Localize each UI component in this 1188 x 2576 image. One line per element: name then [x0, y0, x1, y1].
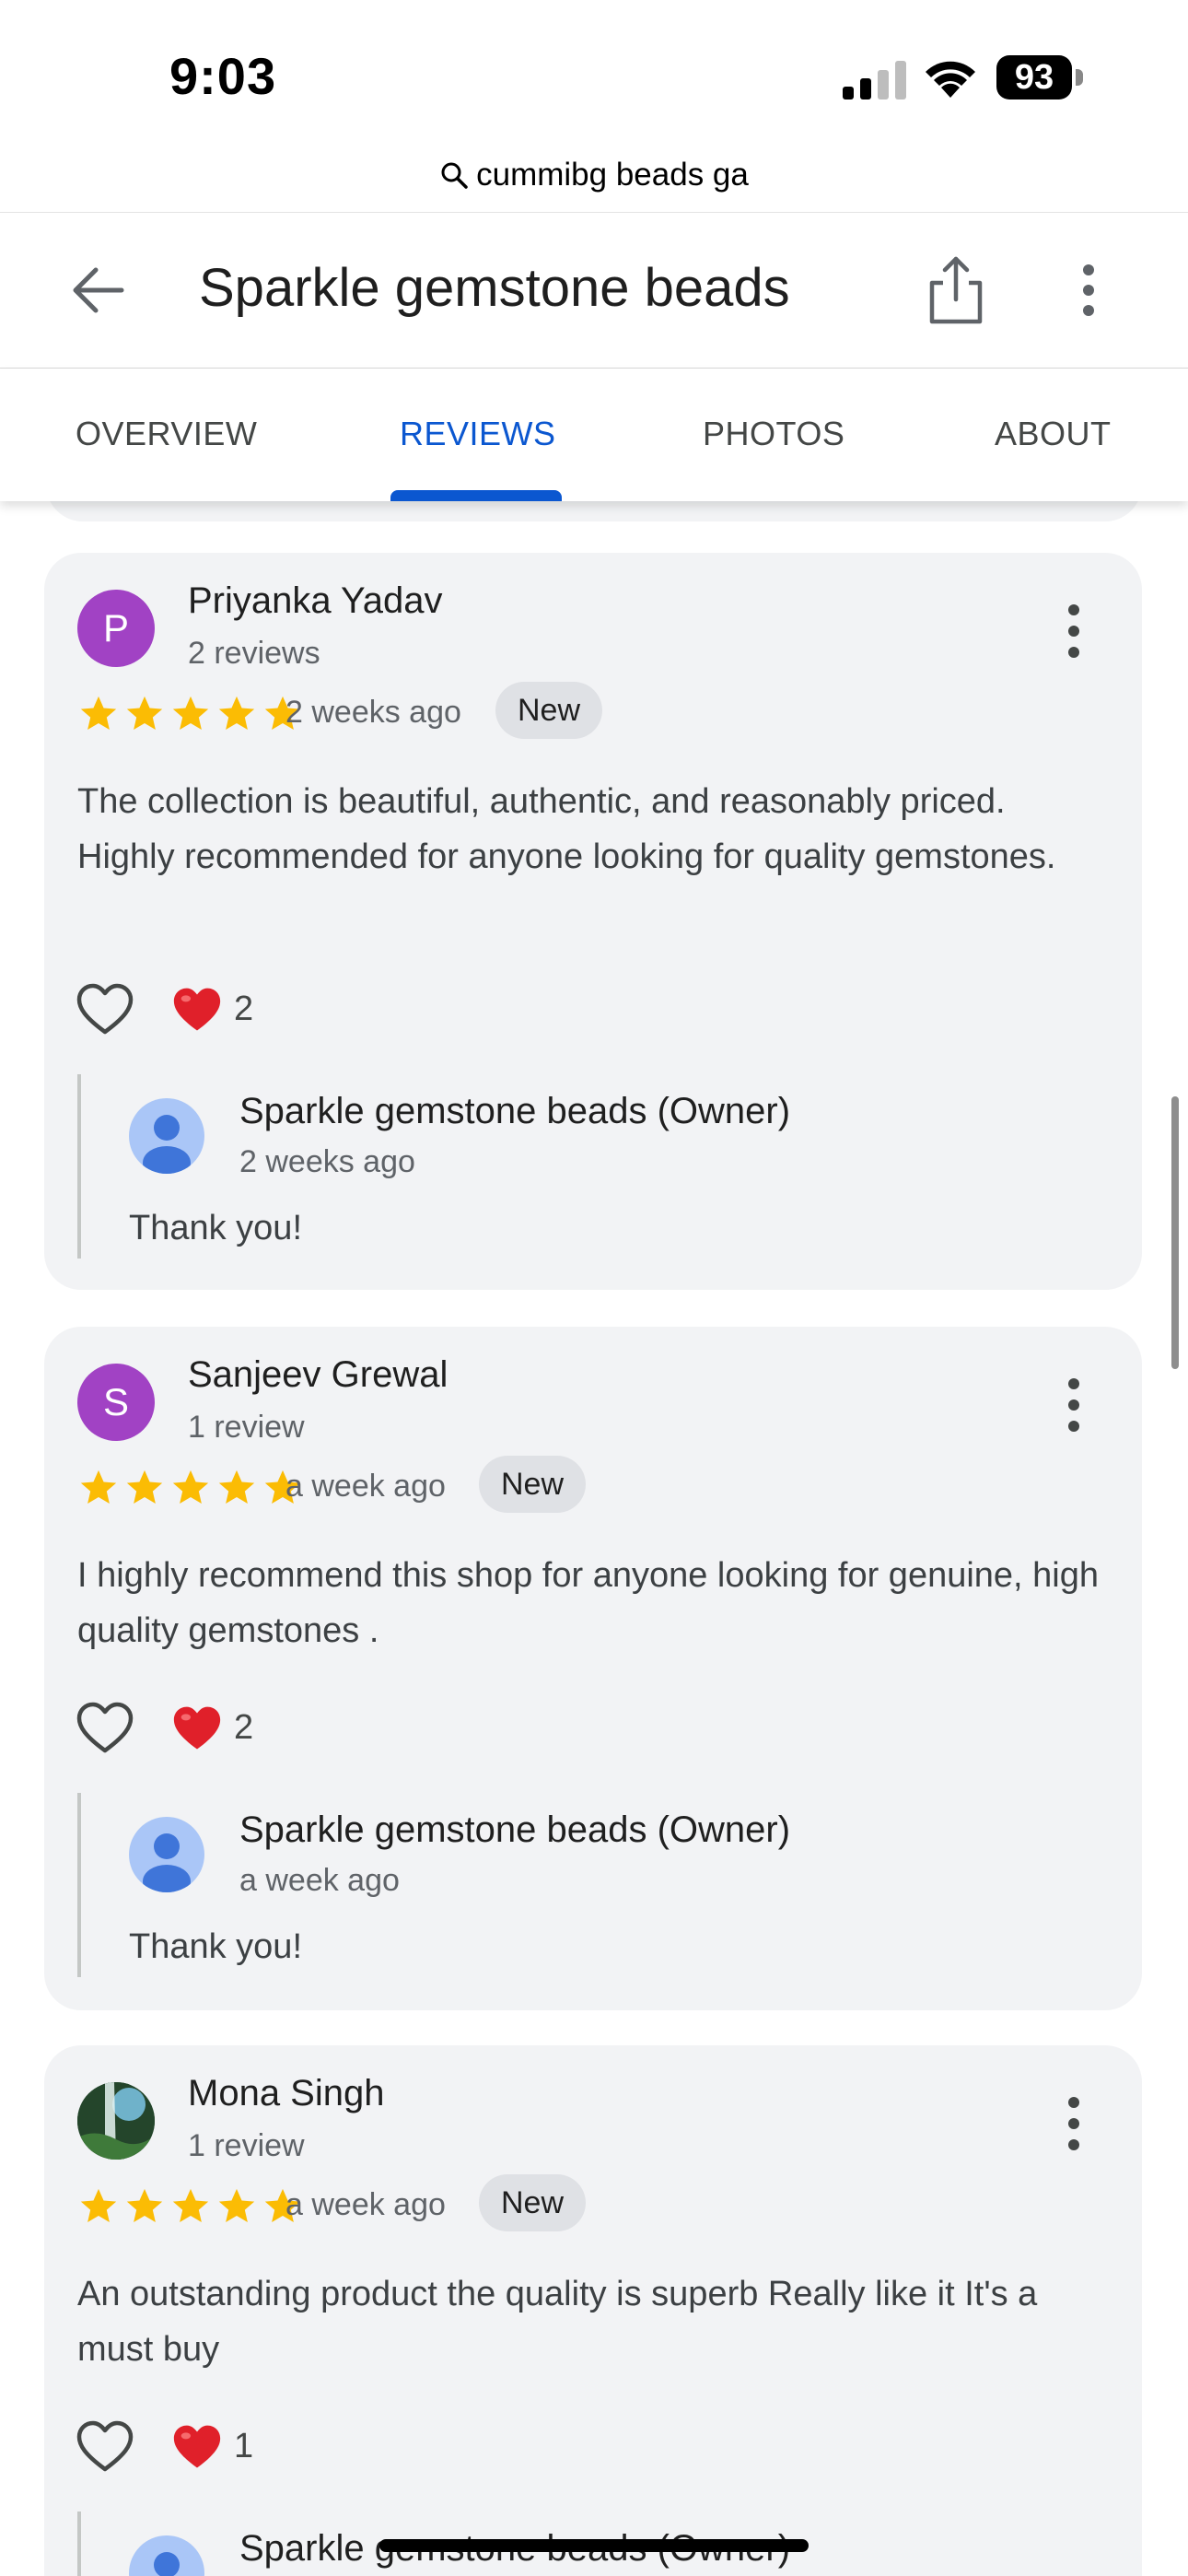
owner-reply: Sparkle gemstone beads (Owner) 2 weeks a… — [77, 1074, 1094, 1259]
share-icon[interactable] — [923, 253, 989, 327]
reviewer-name[interactable]: Sanjeev Grewal — [188, 1354, 448, 1396]
owner-avatar — [129, 1098, 204, 1174]
review-more-options-icon[interactable] — [1055, 1373, 1092, 1437]
reviewer-name[interactable]: Priyanka Yadav — [188, 580, 442, 622]
review-text: An outstanding product the quality is su… — [77, 2275, 1038, 2369]
review-card: P Priyanka Yadav 2 reviews 2 weeks ago N… — [44, 553, 1142, 1290]
review-date: a week ago — [285, 1469, 446, 1504]
owner-reply-text: Thank you! — [129, 1927, 302, 1966]
star-icon — [218, 696, 255, 731]
review-text: The collection is beautiful, authentic, … — [77, 782, 1056, 876]
star-icon — [126, 696, 163, 731]
heart-reaction-icon[interactable] — [171, 2423, 223, 2471]
tab-reviews[interactable]: REVIEWS — [400, 415, 556, 453]
owner-reply-text: Thank you! — [129, 1209, 302, 1247]
url-bar[interactable]: cummibg beads ga — [0, 138, 1188, 212]
review-card: S Sanjeev Grewal 1 review a week ago New… — [44, 1327, 1142, 2010]
battery-level: 93 — [996, 55, 1072, 100]
review-date: 2 weeks ago — [285, 695, 461, 730]
reaction-count: 2 — [234, 989, 254, 1028]
owner-avatar — [129, 1817, 204, 1892]
tab-overview[interactable]: OVERVIEW — [76, 415, 257, 453]
avatar[interactable]: S — [77, 1364, 155, 1441]
new-badge: New — [479, 1456, 587, 1513]
status-bar: 9:03 93 — [0, 0, 1188, 138]
star-icon — [172, 1469, 209, 1505]
heart-outline-icon[interactable] — [76, 1701, 134, 1756]
cellular-signal-icon — [843, 61, 906, 100]
owner-reply-date: 2 weeks ago — [239, 1144, 415, 1179]
star-icon — [80, 2188, 117, 2223]
review-card: Mona Singh 1 review a week ago New An ou… — [44, 2045, 1142, 2576]
tab-about[interactable]: ABOUT — [995, 415, 1112, 453]
home-indicator[interactable] — [379, 2539, 809, 2552]
reviewer-review-count: 1 review — [188, 1410, 305, 1445]
owner-reply: Sparkle gemstone beads (Owner) a week ag… — [77, 1793, 1094, 1977]
owner-name: Sparkle gemstone beads (Owner) — [239, 1091, 791, 1131]
person-icon — [143, 1115, 191, 1174]
owner-avatar — [129, 2535, 204, 2576]
back-arrow-icon[interactable] — [64, 257, 131, 323]
reviews-list: P Priyanka Yadav 2 reviews 2 weeks ago N… — [0, 501, 1188, 2576]
battery-indicator: 93 — [996, 55, 1085, 101]
star-icon — [80, 1469, 117, 1505]
page-title: Sparkle gemstone beads — [199, 258, 790, 318]
star-icon — [126, 2188, 163, 2223]
avatar[interactable]: P — [77, 590, 155, 667]
tab-photos[interactable]: PHOTOS — [703, 415, 844, 453]
star-icon — [218, 2188, 255, 2223]
wifi-icon — [926, 61, 975, 98]
person-icon — [143, 1833, 191, 1892]
tab-bar: OVERVIEW REVIEWS PHOTOS ABOUT — [0, 369, 1188, 501]
heart-reaction-icon[interactable] — [171, 986, 223, 1034]
star-icon — [172, 2188, 209, 2223]
review-text: I highly recommend this shop for anyone … — [77, 1556, 1100, 1650]
new-badge: New — [479, 2174, 587, 2231]
reviewer-review-count: 1 review — [188, 2128, 305, 2163]
profile-photo — [77, 2082, 155, 2160]
reaction-count: 2 — [234, 1708, 254, 1747]
heart-outline-icon[interactable] — [76, 982, 134, 1037]
new-badge: New — [495, 682, 603, 739]
avatar[interactable] — [77, 2082, 155, 2160]
heart-reaction-icon[interactable] — [171, 1704, 223, 1752]
person-icon — [154, 2552, 180, 2576]
active-tab-indicator — [390, 490, 562, 501]
place-header: Sparkle gemstone beads — [0, 212, 1188, 369]
star-rating — [77, 693, 304, 735]
star-icon — [126, 1469, 163, 1505]
star-rating — [77, 2185, 304, 2228]
star-rating — [77, 1467, 304, 1509]
search-icon — [441, 162, 468, 189]
previous-review-card — [46, 501, 1142, 521]
review-more-options-icon[interactable] — [1055, 599, 1092, 663]
star-icon — [80, 696, 117, 731]
reviewer-name[interactable]: Mona Singh — [188, 2073, 384, 2114]
star-icon — [218, 1469, 255, 1505]
more-options-icon[interactable] — [1059, 261, 1118, 320]
heart-outline-icon[interactable] — [76, 2419, 134, 2475]
status-time: 9:03 — [169, 47, 277, 105]
owner-reply-date: a week ago — [239, 1863, 400, 1898]
star-icon — [172, 696, 209, 731]
scrollbar[interactable] — [1171, 1096, 1179, 1369]
review-more-options-icon[interactable] — [1055, 2091, 1092, 2156]
review-date: a week ago — [285, 2187, 446, 2222]
owner-name: Sparkle gemstone beads (Owner) — [239, 1809, 791, 1850]
reaction-count: 1 — [234, 2427, 254, 2465]
url-text: cummibg beads ga — [476, 157, 749, 193]
reviewer-review-count: 2 reviews — [188, 636, 320, 671]
